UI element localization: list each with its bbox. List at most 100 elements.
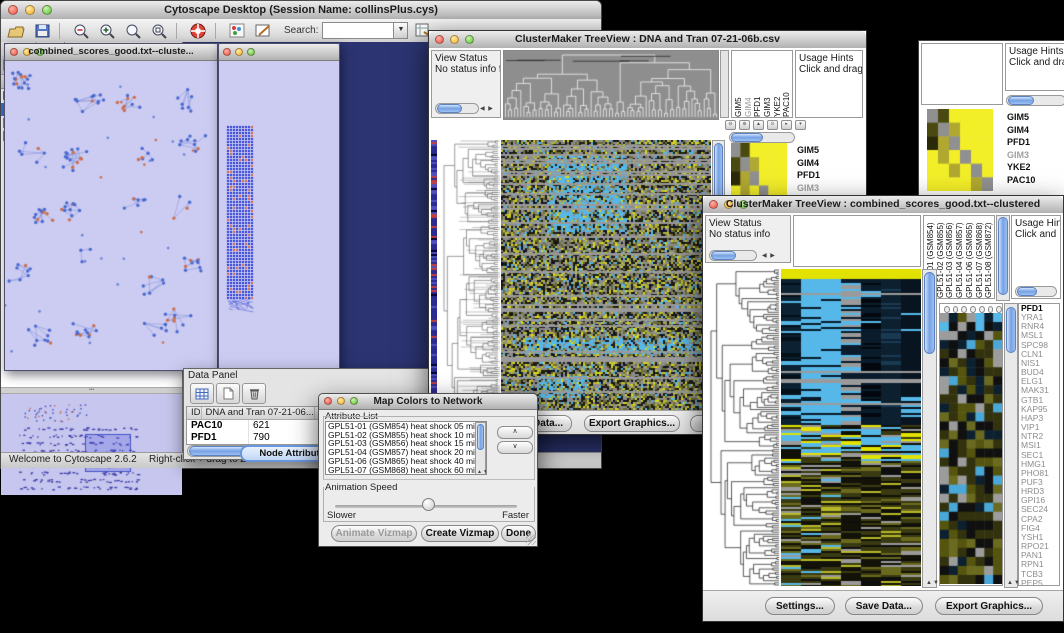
column-label[interactable]: GPL51-03 (GSM856) xyxy=(945,216,955,298)
treeview1-row-dendrogram[interactable] xyxy=(438,140,500,428)
treeview2-button[interactable]: Settings... xyxy=(765,597,835,615)
move-up-button[interactable]: ∧ xyxy=(497,426,533,439)
resize-grip[interactable] xyxy=(526,535,536,545)
treeview1-column-labels: GIM5GIM4PFD1GIM3YKE2PAC10 xyxy=(731,50,793,118)
treeview2-usage-hints: Usage Hints Click and xyxy=(1011,215,1061,299)
gene-label[interactable]: GIM5 xyxy=(797,144,825,157)
panel-splitter[interactable]: ••• xyxy=(1,387,182,394)
main-window-title: Cytoscape Desktop (Session Name: collins… xyxy=(1,4,601,16)
gene-label[interactable]: GIM3 xyxy=(1007,149,1035,162)
treeview1-title: ClusterMaker TreeView : DNA and Tran 07-… xyxy=(429,33,866,45)
view-status-hscrollbar[interactable] xyxy=(709,250,757,261)
search-dropdown-icon[interactable]: ▼ xyxy=(393,22,408,39)
column-label[interactable]: GPL51-06 (GSM865) xyxy=(965,216,975,298)
treeview1-column-dendrogram[interactable] xyxy=(503,50,719,120)
network-view2-titlebar[interactable] xyxy=(219,44,339,61)
treeview2-column-dendrogram-area[interactable] xyxy=(793,215,921,267)
create-vizmap-button[interactable]: Create Vizmap xyxy=(421,525,499,542)
dialog-title: Map Colors to Network xyxy=(319,396,537,407)
network-canvas-2[interactable] xyxy=(219,60,337,368)
annotation-icon[interactable] xyxy=(252,21,274,40)
treeview2-titlebar[interactable]: ClusterMaker TreeView : combined_scores_… xyxy=(703,196,1063,214)
treeview1-scroll-strip[interactable] xyxy=(720,50,729,118)
attribute-table-icon[interactable] xyxy=(190,383,214,404)
close-button[interactable] xyxy=(223,48,231,56)
animate-vizmap-button[interactable]: Animate Vizmap xyxy=(331,525,417,542)
zoom-button[interactable] xyxy=(247,48,255,56)
usage-hints-hscrollbar[interactable] xyxy=(1015,286,1057,297)
treeview2-zoom-panel[interactable] xyxy=(939,303,1003,586)
zoom-panel-column-dots xyxy=(940,304,1002,313)
gene-label[interactable]: GIM5 xyxy=(1007,111,1035,124)
gene-label[interactable]: GIM3 xyxy=(797,182,825,195)
column-label[interactable]: GIM5 xyxy=(734,51,744,117)
treeview2-title: ClusterMaker TreeView : combined_scores_… xyxy=(703,198,1063,210)
help-lifesaver-icon[interactable] xyxy=(187,21,209,40)
treeview2-genelist-vscrollbar[interactable]: ▲▼ xyxy=(1004,303,1018,588)
data-panel-title: Data Panel xyxy=(184,369,440,381)
gene-label[interactable]: GIM4 xyxy=(1007,124,1035,137)
column-label[interactable]: PFD1 xyxy=(753,51,763,117)
view-status-hscrollbar[interactable] xyxy=(435,103,479,114)
main-titlebar[interactable]: Cytoscape Desktop (Session Name: collins… xyxy=(1,1,601,20)
treeview2-zoom-heatmap[interactable] xyxy=(940,313,1002,584)
column-label[interactable]: GIM3 xyxy=(763,51,773,117)
treeview2-row-dendrogram[interactable] xyxy=(705,269,781,586)
move-down-button[interactable]: ∨ xyxy=(497,441,533,454)
network-canvas[interactable] xyxy=(5,60,215,368)
treeview2-button[interactable]: Export Graphics... xyxy=(935,597,1043,615)
slider-thumb[interactable] xyxy=(422,498,435,511)
treeview1-zoom-toolbar[interactable]: ⊖⊕▲⊙▸▾ xyxy=(725,120,806,130)
attribute-listbox[interactable]: GPL51-01 (GSM854) heat shock 05 minGPL51… xyxy=(325,421,487,475)
new-attribute-icon[interactable] xyxy=(216,383,240,404)
gene-label[interactable]: PAC10 xyxy=(1007,174,1035,187)
gene-label[interactable]: PFD1 xyxy=(797,169,825,182)
minimize-button[interactable] xyxy=(235,48,243,56)
gene-label[interactable]: GIM4 xyxy=(797,157,825,170)
scroll-arrows-icon[interactable]: ▲▼ xyxy=(926,580,940,586)
column-label[interactable]: YKE2 xyxy=(773,51,783,117)
open-file-icon[interactable] xyxy=(5,21,27,40)
treeview2-collabel-vscrollbar[interactable] xyxy=(996,215,1010,301)
slower-label: Slower xyxy=(327,510,356,521)
column-label[interactable]: GIM4 xyxy=(744,51,754,117)
column-label[interactable]: GPL51-04 (GSM857) xyxy=(955,216,965,298)
column-label[interactable]: GPL51-07 (GSM868) xyxy=(975,216,985,298)
treeview1-heatmap[interactable] xyxy=(501,140,711,428)
treeview2-heatmap[interactable] xyxy=(781,269,921,586)
network-view-titlebar[interactable]: combined_scores_good.txt--cluste... xyxy=(5,44,217,61)
treeview1-button[interactable]: Export Graphics... xyxy=(584,415,680,432)
search-input[interactable] xyxy=(322,22,393,39)
delete-attribute-icon[interactable] xyxy=(242,383,266,404)
zoom-selected-icon[interactable] xyxy=(148,21,170,40)
save-icon[interactable] xyxy=(31,21,53,40)
search-label: Search: xyxy=(284,25,318,36)
column-label[interactable]: GPL51-02 (GSM855) xyxy=(936,216,946,298)
scroll-arrows-icon[interactable]: ◀ ▶ xyxy=(762,252,776,259)
treeview2-vscrollbar[interactable]: ▲▼ xyxy=(922,269,937,588)
treeview3-usage-hints: Usage Hints Click and drag t xyxy=(1005,43,1064,91)
treeview3-matrix-heatmap[interactable] xyxy=(927,109,993,191)
treeview3-label-panel xyxy=(921,43,1003,105)
birdseye-view[interactable] xyxy=(1,394,182,495)
treeview-window-combined: ClusterMaker TreeView : combined_scores_… xyxy=(702,195,1064,622)
dialog-titlebar[interactable]: Map Colors to Network xyxy=(319,394,537,410)
treeview2-view-status: View Status No status info ◀ ▶ xyxy=(705,215,791,263)
treeview3-hscrollbar[interactable] xyxy=(1006,95,1064,106)
zoom-in-icon[interactable] xyxy=(96,21,118,40)
treeview1-titlebar[interactable]: ClusterMaker TreeView : DNA and Tran 07-… xyxy=(429,31,866,49)
treeview1-matrix-hscrollbar[interactable] xyxy=(729,132,795,143)
gene-label[interactable]: YKE2 xyxy=(1007,161,1035,174)
vizmapper-icon[interactable] xyxy=(226,21,248,40)
treeview2-button[interactable]: Save Data... xyxy=(845,597,923,615)
scroll-arrows-icon[interactable]: ◀ ▶ xyxy=(480,105,494,112)
column-label[interactable]: GPL51-08 (GSM872) xyxy=(984,216,994,298)
attribute-item[interactable]: GPL51-07 (GSM868) heat shock 60 min xyxy=(328,466,486,475)
gene-label[interactable]: PEP5 xyxy=(1021,579,1059,586)
gene-label[interactable]: PFD1 xyxy=(1007,136,1035,149)
attribute-list-vscrollbar[interactable]: ▲▼ xyxy=(475,422,486,475)
column-label[interactable]: PAC10 xyxy=(782,51,792,117)
map-colors-dialog: Map Colors to Network Attribute List GPL… xyxy=(318,393,538,547)
zoom-fit-icon[interactable] xyxy=(122,21,144,40)
zoom-out-icon[interactable] xyxy=(70,21,92,40)
